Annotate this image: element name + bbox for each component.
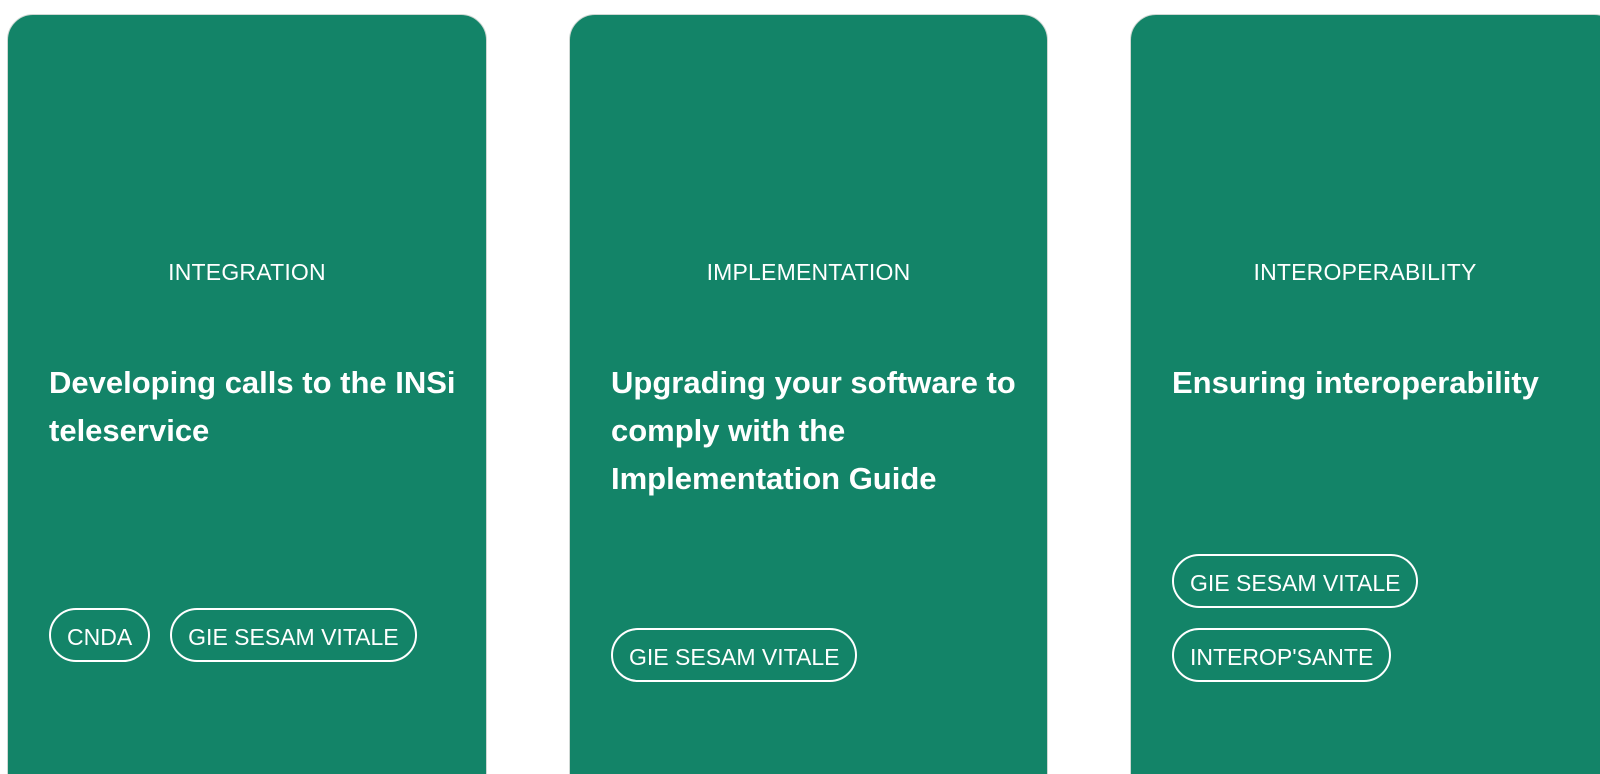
card-implementation[interactable]: IMPLEMENTATION Upgrading your software t…	[569, 14, 1048, 774]
card-integration[interactable]: INTEGRATION Developing calls to the INSi…	[7, 14, 487, 774]
card-title: Developing calls to the INSi teleservice	[49, 365, 456, 448]
card-interoperability[interactable]: INTEROPERABILITY Ensuring interoperabili…	[1130, 14, 1600, 774]
card-title: Upgrading your software to comply with t…	[611, 365, 1016, 496]
card-category: INTEGRATION	[168, 259, 326, 285]
tag-gie-sesam-vitale[interactable]: GIE SESAM VITALE	[611, 628, 858, 682]
tag-cnda[interactable]: CNDA	[49, 608, 151, 662]
card-tags: GIE SESAM VITALE INTEROP'SANTE	[1172, 554, 1600, 682]
cards-row: INTEGRATION Developing calls to the INSi…	[0, 0, 1600, 774]
card-category: INTEROPERABILITY	[1253, 259, 1477, 285]
card-title: Ensuring interoperability	[1172, 365, 1539, 400]
tag-gie-sesam-vitale[interactable]: GIE SESAM VITALE	[1172, 554, 1419, 608]
card-tags: GIE SESAM VITALE	[611, 628, 1037, 682]
tag-interop-sante[interactable]: INTEROP'SANTE	[1172, 628, 1392, 682]
card-category: IMPLEMENTATION	[706, 259, 911, 285]
card-tags: CNDA GIE SESAM VITALE	[49, 608, 476, 662]
tag-gie-sesam-vitale[interactable]: GIE SESAM VITALE	[170, 608, 417, 662]
